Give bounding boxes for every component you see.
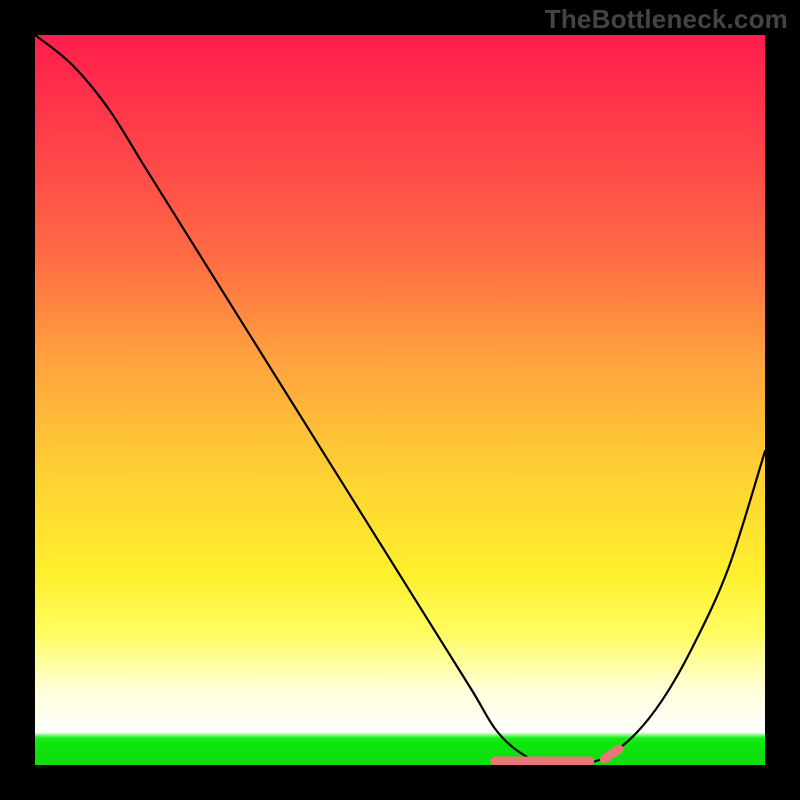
plot-area (35, 35, 765, 765)
watermark-text: TheBottleneck.com (545, 4, 788, 35)
bottleneck-right-tick (604, 749, 619, 759)
bottleneck-curve (35, 35, 765, 765)
curve-overlay (35, 35, 765, 765)
chart-frame: TheBottleneck.com (0, 0, 800, 800)
